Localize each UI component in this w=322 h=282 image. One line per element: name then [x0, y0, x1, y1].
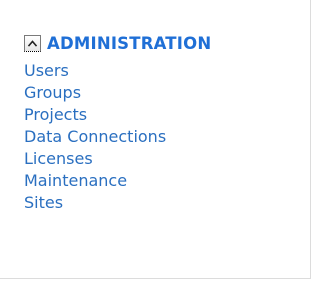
section-header: ADMINISTRATION — [24, 32, 304, 54]
nav-link-licenses[interactable]: Licenses — [24, 149, 93, 168]
list-item: Sites — [24, 192, 304, 214]
admin-panel-frame: ADMINISTRATION Users Groups Projects Dat… — [0, 0, 311, 279]
section-title: ADMINISTRATION — [47, 33, 212, 53]
collapse-button[interactable] — [24, 34, 41, 52]
list-item: Maintenance — [24, 170, 304, 192]
list-item: Licenses — [24, 148, 304, 170]
list-item: Users — [24, 60, 304, 82]
nav-link-data-connections[interactable]: Data Connections — [24, 127, 166, 146]
list-item: Groups — [24, 82, 304, 104]
chevron-up-icon — [27, 39, 38, 47]
list-item: Data Connections — [24, 126, 304, 148]
nav-link-projects[interactable]: Projects — [24, 105, 87, 124]
nav-link-maintenance[interactable]: Maintenance — [24, 171, 127, 190]
nav-link-users[interactable]: Users — [24, 61, 69, 80]
nav-link-sites[interactable]: Sites — [24, 193, 63, 212]
nav-link-groups[interactable]: Groups — [24, 83, 81, 102]
administration-section: ADMINISTRATION Users Groups Projects Dat… — [24, 32, 304, 214]
list-item: Projects — [24, 104, 304, 126]
admin-nav-list: Users Groups Projects Data Connections L… — [24, 60, 304, 214]
